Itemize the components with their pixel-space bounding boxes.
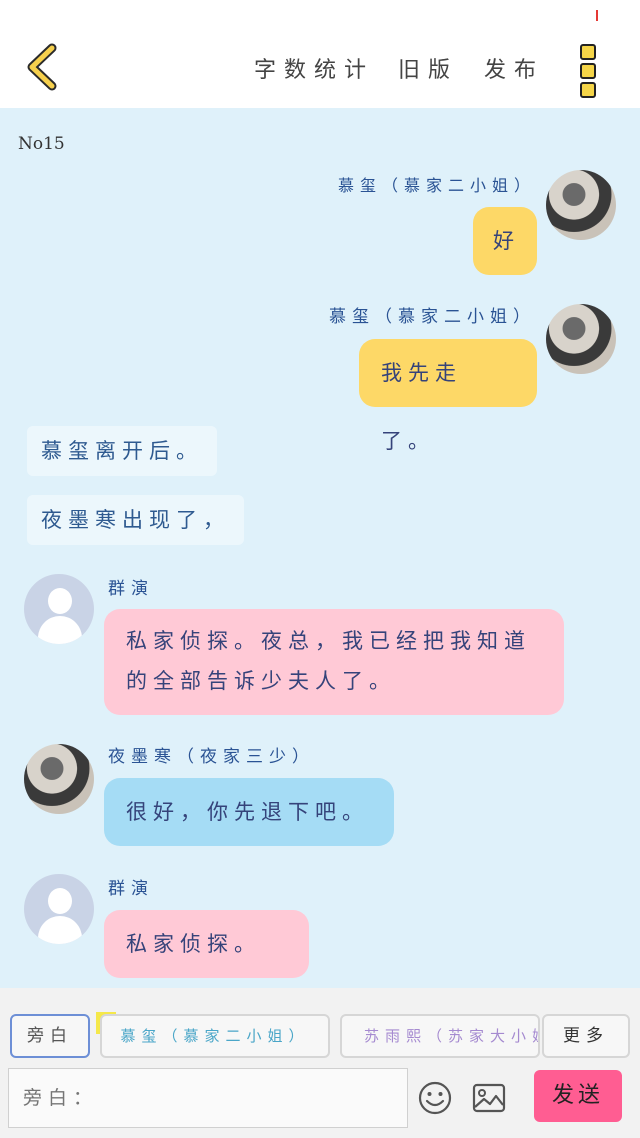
more-roles-button[interactable]: 更多: [542, 1014, 630, 1058]
speaker-name: 夜墨寒（夜家三少）: [108, 747, 315, 767]
status-bar: [0, 0, 640, 28]
role-muxi[interactable]: 慕玺（慕家二小姐）: [100, 1014, 330, 1058]
message-bubble[interactable]: 好: [473, 207, 537, 275]
avatar[interactable]: [24, 744, 94, 814]
menu-dot-icon: [580, 44, 596, 60]
narration-text[interactable]: 慕玺离开后。: [27, 426, 217, 476]
message-bubble[interactable]: 私家侦探。夜总，我已经把我知道 的全部告诉少夫人了。: [104, 609, 564, 715]
default-avatar-icon[interactable]: [24, 874, 94, 944]
send-button[interactable]: 发送: [534, 1070, 622, 1122]
default-avatar-icon[interactable]: [24, 574, 94, 644]
publish-link[interactable]: 发布: [484, 52, 544, 84]
speaker-name: 慕玺（慕家二小姐）: [329, 307, 536, 327]
emoji-button[interactable]: [418, 1081, 452, 1119]
chevron-left-icon: [27, 43, 57, 91]
message-line: 的全部告诉少夫人了。: [126, 669, 396, 693]
message-bubble[interactable]: 很好，你先退下吧。: [104, 778, 394, 846]
word-count-link[interactable]: 字数统计: [254, 52, 374, 84]
role-suyuxi[interactable]: 苏雨熙（苏家大小姐）: [340, 1014, 540, 1058]
chat-area[interactable]: No15 慕玺（慕家二小姐） 好 慕玺（慕家二小姐） 我先走了。 慕玺离开后。 …: [0, 108, 640, 988]
speaker-name: 慕玺（慕家二小姐）: [337, 176, 536, 195]
menu-dot-icon: [580, 82, 596, 98]
avatar[interactable]: [546, 304, 616, 374]
speaker-name: 群演: [108, 879, 154, 899]
back-button[interactable]: [22, 42, 62, 92]
message-bubble[interactable]: 私家侦探。是: [104, 910, 309, 978]
image-icon: [472, 1083, 506, 1113]
message-bubble[interactable]: 我先走了。: [359, 339, 537, 453]
smiley-icon: [418, 1081, 452, 1115]
old-version-link[interactable]: 旧版: [398, 52, 458, 84]
more-menu-button[interactable]: [580, 44, 598, 98]
status-indicator: [596, 10, 598, 21]
composer: 旁白 主 慕玺（慕家二小姐） 苏雨熙（苏家大小姐） 更多 发送: [0, 988, 640, 1138]
top-bar: 字数统计 旧版 发布: [0, 28, 640, 108]
image-button[interactable]: [472, 1083, 506, 1117]
message-line: 私家侦探。夜总，我已经把我知道: [126, 629, 531, 653]
speaker-name: 群演: [108, 579, 154, 599]
narration-text[interactable]: 夜墨寒出现了，: [27, 495, 244, 545]
chapter-label: No15: [18, 134, 65, 154]
message-input[interactable]: [8, 1068, 408, 1128]
avatar[interactable]: [546, 170, 616, 240]
role-narrator[interactable]: 旁白: [10, 1014, 90, 1058]
menu-dot-icon: [580, 63, 596, 79]
